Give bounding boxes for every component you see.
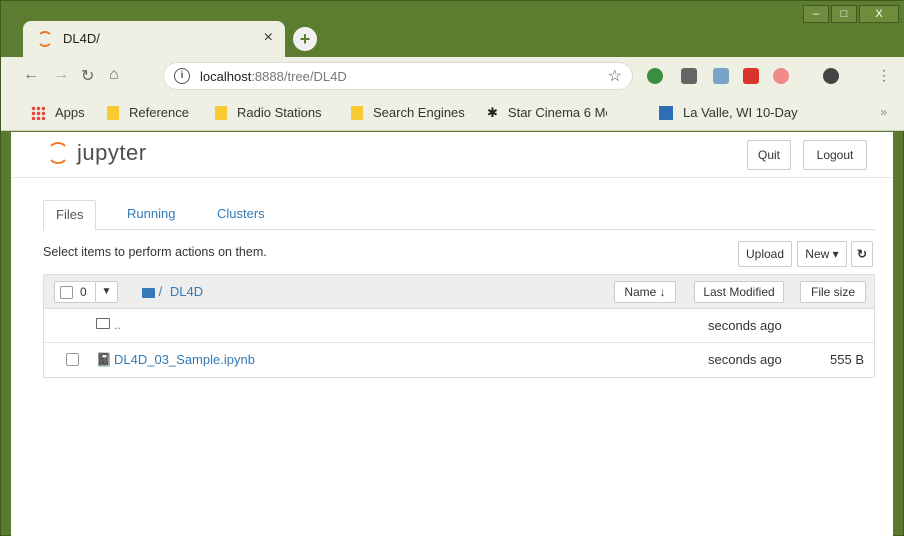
browser-tab[interactable]: DL4D/ × bbox=[23, 21, 285, 57]
new-tab-button[interactable]: + bbox=[293, 27, 317, 51]
extension-mail-icon[interactable] bbox=[743, 68, 759, 84]
folder-icon[interactable] bbox=[142, 287, 155, 298]
maximize-button[interactable]: □ bbox=[831, 5, 857, 23]
bookmark-la-valle-weather[interactable]: La Valle, WI 10-Day bbox=[659, 105, 809, 120]
browser-toolbar: ← → ↻ ⌂ i localhost:8888/tree/DL4D ☆ ⋮ bbox=[1, 57, 904, 95]
apps-icon bbox=[31, 105, 45, 120]
window-controls: – □ X bbox=[801, 5, 899, 23]
bookmark-radio-stations[interactable]: Radio Stations bbox=[215, 105, 322, 120]
row-checkbox[interactable] bbox=[66, 353, 79, 366]
selection-hint: Select items to perform actions on them. bbox=[43, 245, 267, 259]
weather-icon bbox=[659, 105, 673, 120]
new-dropdown-button[interactable]: New ▾ bbox=[797, 241, 847, 267]
folder-icon bbox=[107, 105, 119, 120]
jupyter-header: jupyter Quit Logout bbox=[11, 132, 893, 178]
home-icon[interactable]: ⌂ bbox=[109, 66, 119, 84]
refresh-icon: ↻ bbox=[856, 247, 868, 261]
breadcrumb-dl4d-link[interactable]: DL4D bbox=[170, 284, 203, 299]
reload-icon[interactable]: ↻ bbox=[81, 66, 94, 86]
sort-by-name-button[interactable]: Name ↓ bbox=[614, 281, 676, 303]
tab-close-icon[interactable]: × bbox=[264, 29, 273, 47]
folder-icon bbox=[351, 105, 363, 120]
select-all-checkbox[interactable] bbox=[60, 286, 73, 299]
extension-qr-icon[interactable] bbox=[681, 68, 697, 84]
sort-by-size-button[interactable]: File size bbox=[800, 281, 866, 303]
browser-window: DL4D/ × + – □ X ← → ↻ ⌂ i localhost:8888… bbox=[0, 0, 904, 536]
jupyter-logo-icon bbox=[47, 142, 69, 164]
profile-avatar-icon[interactable] bbox=[823, 68, 839, 84]
selected-count: 0 bbox=[80, 285, 87, 299]
logout-button[interactable]: Logout bbox=[803, 140, 867, 170]
address-bar[interactable]: i localhost:8888/tree/DL4D ☆ bbox=[163, 62, 633, 90]
bookmark-star-cinema[interactable]: ✱ Star Cinema 6 Mov bbox=[487, 105, 607, 120]
arrow-down-icon: ↓ bbox=[659, 285, 666, 299]
bookmark-star-icon[interactable]: ☆ bbox=[608, 66, 622, 86]
sort-by-modified-button[interactable]: Last Modified bbox=[694, 281, 784, 303]
browser-titlebar: DL4D/ × + – □ X bbox=[1, 1, 904, 57]
jupyter-logo[interactable]: jupyter bbox=[47, 140, 147, 166]
bookmarks-bar: Apps Reference Radio Stations Search Eng… bbox=[1, 95, 904, 131]
file-list-header: 0 ▼ / DL4D Name ↓ Last Modified File siz… bbox=[44, 275, 874, 309]
extension-camera-icon[interactable] bbox=[713, 68, 729, 84]
folder-outline-icon bbox=[96, 318, 110, 329]
folder-icon bbox=[215, 105, 227, 120]
jupyter-tabs: Files Running Clusters bbox=[43, 200, 875, 231]
notebook-icon: 📓 bbox=[96, 352, 113, 367]
breadcrumb: / DL4D bbox=[142, 284, 203, 299]
bookmarks-overflow-icon[interactable]: » bbox=[880, 105, 887, 119]
tab-files[interactable]: Files bbox=[43, 200, 97, 231]
bookmark-search-engines[interactable]: Search Engines bbox=[351, 105, 465, 120]
tab-running[interactable]: Running bbox=[115, 200, 187, 230]
caret-down-icon: ▾ bbox=[832, 247, 839, 261]
notebook-link[interactable]: DL4D_03_Sample.ipynb bbox=[114, 352, 255, 367]
page-content: jupyter Quit Logout Files Running Cluste… bbox=[11, 132, 893, 536]
tab-clusters[interactable]: Clusters bbox=[205, 200, 277, 230]
upload-button[interactable]: Upload bbox=[738, 241, 792, 267]
refresh-button[interactable]: ↻ bbox=[851, 241, 873, 267]
list-item-notebook[interactable]: 📓 DL4D_03_Sample.ipynb seconds ago 555 B bbox=[44, 343, 874, 377]
film-icon: ✱ bbox=[487, 105, 498, 120]
url-text[interactable]: localhost:8888/tree/DL4D bbox=[200, 69, 347, 84]
bookmark-reference[interactable]: Reference bbox=[107, 105, 189, 120]
file-list: 0 ▼ / DL4D Name ↓ Last Modified File siz… bbox=[43, 274, 875, 378]
tab-title: DL4D/ bbox=[63, 31, 100, 46]
list-item-parent-dir[interactable]: .. seconds ago bbox=[44, 309, 874, 343]
site-info-icon[interactable]: i bbox=[174, 68, 190, 84]
forward-arrow-icon[interactable]: → bbox=[53, 66, 69, 84]
close-window-button[interactable]: X bbox=[859, 5, 899, 23]
extension-block-icon[interactable] bbox=[773, 68, 789, 84]
jupyter-tab-icon bbox=[37, 31, 53, 47]
selection-dropdown-button[interactable]: ▼ bbox=[96, 281, 118, 303]
caret-down-icon: ▼ bbox=[101, 286, 112, 297]
select-all-control[interactable]: 0 bbox=[54, 281, 96, 303]
browser-menu-icon[interactable]: ⋮ bbox=[877, 67, 891, 84]
minimize-button[interactable]: – bbox=[803, 5, 829, 23]
quit-button[interactable]: Quit bbox=[747, 140, 791, 170]
bookmark-apps[interactable]: Apps bbox=[31, 105, 85, 120]
back-arrow-icon[interactable]: ← bbox=[23, 66, 39, 84]
extension-globe-icon[interactable] bbox=[647, 68, 663, 84]
